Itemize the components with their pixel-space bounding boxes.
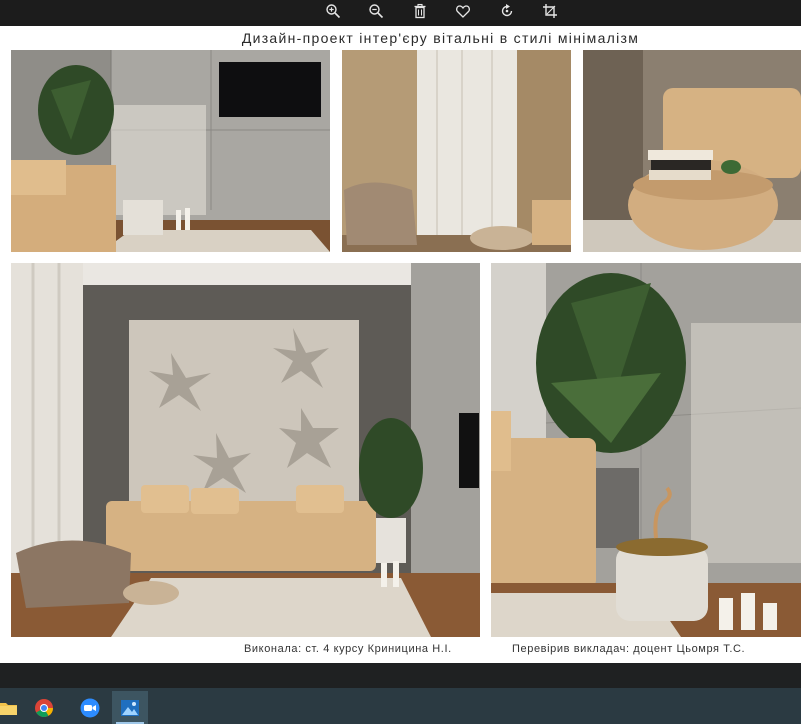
delete-button[interactable] [407,0,433,22]
zoom-icon [80,698,100,717]
viewer-toolbar [0,0,801,26]
render-window-armchair [342,50,571,252]
rotate-icon [501,4,513,17]
trash-icon [414,3,426,19]
photos-icon [121,699,139,716]
rotate-button[interactable] [494,0,520,22]
heart-icon [456,5,470,18]
credits-reviewer: Перевірив викладач: доцент Цьомря Т.С. [512,643,746,655]
taskbar-zoom[interactable] [72,691,108,724]
taskbar-file-explorer[interactable] [0,691,26,724]
crop-button[interactable] [537,0,563,22]
render-plant-side-table [491,263,801,637]
render-pouf-table [583,50,801,252]
taskbar-chrome[interactable] [26,691,62,724]
viewer-bottom-strip [0,663,801,688]
zoom-out-icon [369,4,384,19]
document-page: Дизайн-проект інтер'єру вітальні в стилі… [0,26,801,663]
zoom-in-icon [326,4,341,19]
render-tv-wall [11,50,330,252]
favorite-button[interactable] [450,0,476,22]
zoom-out-button[interactable] [363,0,389,22]
zoom-in-button[interactable] [320,0,346,22]
crop-icon [543,4,557,18]
credits-author: Виконала: ст. 4 курсу Криницина Н.І. [244,643,452,655]
credits-line: Виконала: ст. 4 курсу Криницина Н.І. Пер… [0,643,801,659]
taskbar-photos[interactable] [112,691,148,724]
taskbar [0,688,801,724]
chrome-icon [35,698,53,717]
document-title: Дизайн-проект інтер'єру вітальні в стилі… [241,30,640,46]
render-living-room [11,263,480,637]
folder-icon [0,702,17,715]
